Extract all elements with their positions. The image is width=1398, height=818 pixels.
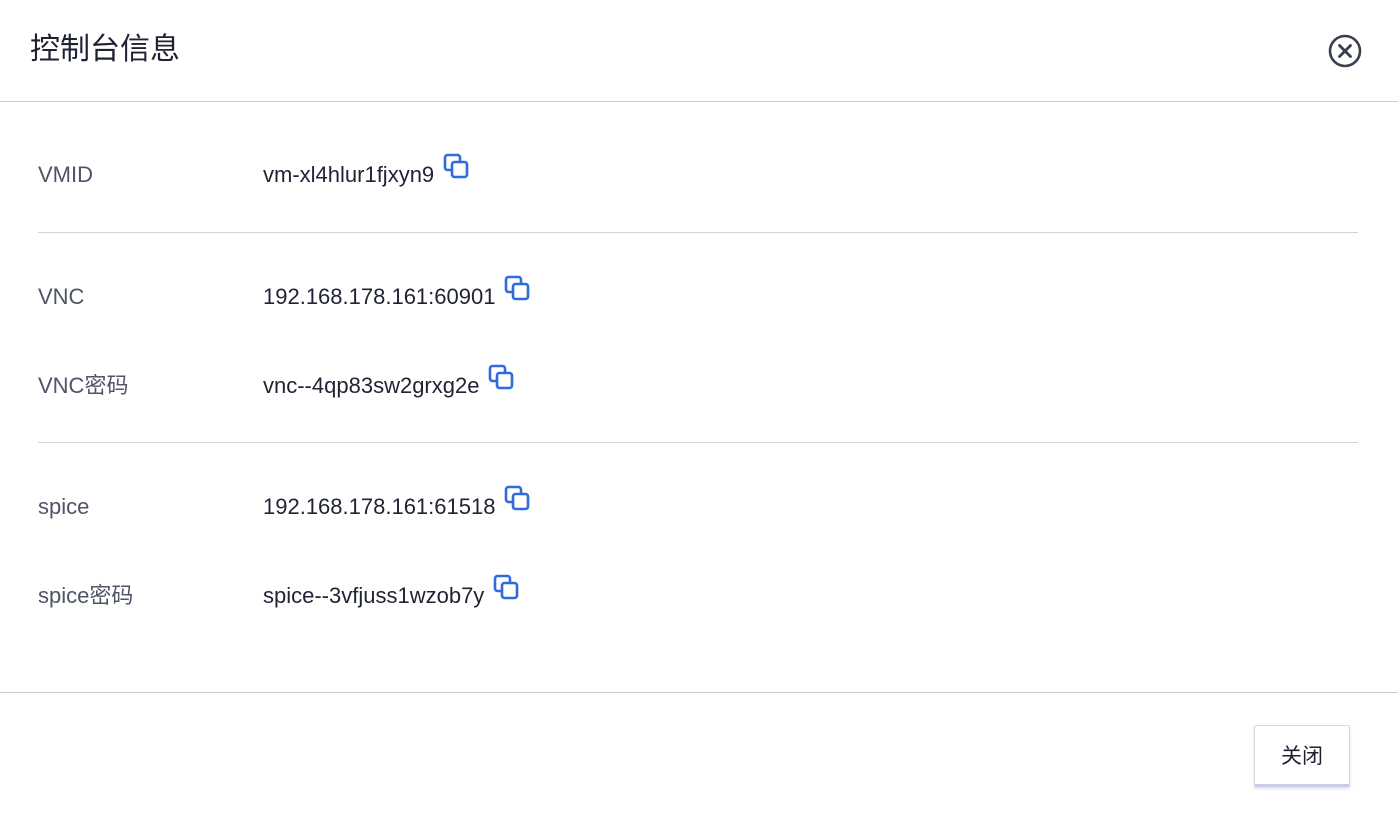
info-row-spice: spice 192.168.178.161:61518 xyxy=(38,485,1358,526)
dialog-footer: 关闭 xyxy=(0,692,1398,818)
info-value: vnc--4qp83sw2grxg2e xyxy=(263,364,515,399)
dialog-header: 控制台信息 xyxy=(0,0,1398,102)
close-circle-icon[interactable] xyxy=(1327,33,1363,69)
info-value-text: vm-xl4hlur1fjxyn9 xyxy=(263,162,435,187)
copy-icon[interactable] xyxy=(442,152,470,180)
info-label: VNC xyxy=(38,284,85,309)
info-value-text: 192.168.178.161:61518 xyxy=(263,494,496,519)
copy-icon[interactable] xyxy=(503,484,531,512)
info-row-vmid: VMID vm-xl4hlur1fjxyn9 xyxy=(38,153,1358,194)
info-label: spice密码 xyxy=(38,583,134,608)
info-label: spice xyxy=(38,494,90,519)
info-value: 192.168.178.161:61518 xyxy=(263,485,531,520)
copy-icon[interactable] xyxy=(492,573,520,601)
info-value-text: spice--3vfjuss1wzob7y xyxy=(263,583,485,608)
info-value-text: vnc--4qp83sw2grxg2e xyxy=(263,373,480,398)
info-value: 192.168.178.161:60901 xyxy=(263,275,531,310)
info-value-text: 192.168.178.161:60901 xyxy=(263,284,496,309)
info-row-spice-password: spice密码 spice--3vfjuss1wzob7y xyxy=(38,574,1358,615)
info-label: VMID xyxy=(38,162,93,187)
dialog-title: 控制台信息 xyxy=(30,33,180,66)
copy-icon[interactable] xyxy=(487,363,515,391)
info-row-vnc-password: VNC密码 vnc--4qp83sw2grxg2e xyxy=(38,364,1358,405)
console-info-dialog: 控制台信息 VMID vm-xl4hlur1fjxyn9 VNC 192.168… xyxy=(0,0,1398,818)
info-value: vm-xl4hlur1fjxyn9 xyxy=(263,153,470,188)
info-value: spice--3vfjuss1wzob7y xyxy=(263,574,520,609)
info-label: VNC密码 xyxy=(38,373,129,398)
info-row-vnc: VNC 192.168.178.161:60901 xyxy=(38,275,1358,316)
dialog-body: VMID vm-xl4hlur1fjxyn9 VNC 192.168.178.1… xyxy=(0,102,1398,692)
copy-icon[interactable] xyxy=(503,274,531,302)
section-divider xyxy=(38,232,1358,233)
close-button[interactable]: 关闭 xyxy=(1254,725,1350,787)
section-divider xyxy=(38,442,1358,443)
